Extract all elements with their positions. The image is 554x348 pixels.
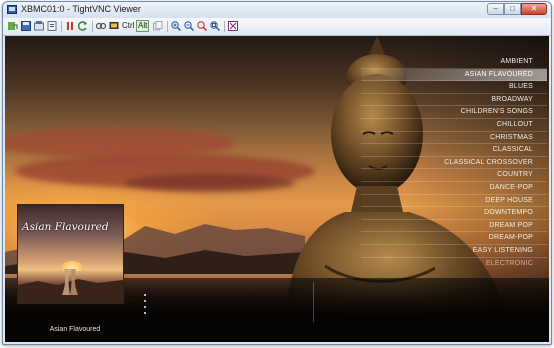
- genre-list-item[interactable]: DOWNTEMPO: [361, 207, 547, 220]
- pause-icon[interactable]: [65, 21, 75, 31]
- genre-list-item[interactable]: ASIAN FLAVOURED: [361, 68, 547, 82]
- genre-list-item[interactable]: BROADWAY: [361, 94, 547, 107]
- tightvnc-app-icon[interactable]: [7, 5, 17, 14]
- alt-key-toggle[interactable]: Alt: [136, 20, 150, 32]
- connection-info-icon[interactable]: [47, 21, 57, 31]
- album-cover-title: Asian Flavoured: [22, 221, 109, 233]
- refresh-icon[interactable]: [77, 21, 88, 31]
- new-connection-icon[interactable]: [8, 21, 18, 31]
- divider: [313, 282, 314, 322]
- window-title: XBMC01:0 - TightVNC Viewer: [21, 4, 141, 14]
- window-controls: – □ ✕: [487, 3, 547, 15]
- title-bar[interactable]: XBMC01:0 - TightVNC Viewer – □ ✕: [3, 2, 551, 18]
- toolbar-separator: [224, 21, 225, 32]
- genre-list-item[interactable]: CHILDREN'S SONGS: [361, 106, 547, 119]
- ctrl-alt-del-icon[interactable]: [109, 21, 119, 31]
- genre-list-item[interactable]: CHILLOUT: [361, 119, 547, 132]
- clipboard-icon[interactable]: [153, 21, 163, 31]
- toolbar-separator: [92, 21, 93, 32]
- genre-list-item[interactable]: ELECTRONIC: [361, 258, 547, 271]
- genre-list-item[interactable]: CLASSICAL: [361, 144, 547, 157]
- minimize-button[interactable]: –: [487, 3, 504, 15]
- genre-list-item[interactable]: DANCE-POP: [361, 182, 547, 195]
- toolbar-separator: [61, 21, 62, 32]
- save-session-icon[interactable]: [21, 21, 31, 31]
- genre-list-item[interactable]: DREAM POP: [361, 220, 547, 233]
- zoom-out-icon[interactable]: [184, 21, 195, 32]
- genre-list: AMBIENT ASIAN FLAVOURED BLUES BROADWAY CHILD…: [361, 56, 547, 270]
- album-cover[interactable]: Asian Flavoured: [17, 204, 124, 304]
- genre-list-item[interactable]: CLASSICAL CROSSOVER: [361, 157, 547, 170]
- genre-list-item[interactable]: DREAM-POP: [361, 232, 547, 245]
- fullscreen-icon[interactable]: [228, 21, 238, 31]
- toolbar-separator: [167, 21, 168, 32]
- remote-desktop-view[interactable]: AMBIENT ASIAN FLAVOURED BLUES BROADWAY CHILD…: [5, 36, 549, 342]
- zoom-actual-icon[interactable]: [197, 21, 208, 32]
- album-hands-silhouette: [18, 269, 123, 303]
- maximize-button[interactable]: □: [504, 3, 521, 15]
- genre-list-item[interactable]: AMBIENT: [361, 56, 547, 69]
- zoom-fit-icon[interactable]: [210, 21, 221, 32]
- genre-list-item[interactable]: CHRISTMAS: [361, 132, 547, 145]
- close-button[interactable]: ✕: [521, 3, 547, 15]
- genre-list-item[interactable]: DEEP HOUSE: [361, 195, 547, 208]
- vnc-window: XBMC01:0 - TightVNC Viewer – □ ✕ Ctrl Al…: [2, 1, 552, 345]
- connection-options-icon[interactable]: [34, 21, 44, 31]
- genre-list-item[interactable]: COUNTRY: [361, 169, 547, 182]
- toolbar: Ctrl Alt: [3, 18, 551, 36]
- genre-list-item[interactable]: EASY LISTENING: [361, 245, 547, 258]
- scroll-dots: [144, 294, 146, 318]
- transfer-icon[interactable]: [95, 21, 107, 31]
- ctrl-key-toggle[interactable]: Ctrl: [122, 21, 134, 31]
- genre-list-item[interactable]: BLUES: [361, 81, 547, 94]
- zoom-in-icon[interactable]: [171, 21, 182, 32]
- album-caption: Asian Flavoured: [49, 326, 101, 333]
